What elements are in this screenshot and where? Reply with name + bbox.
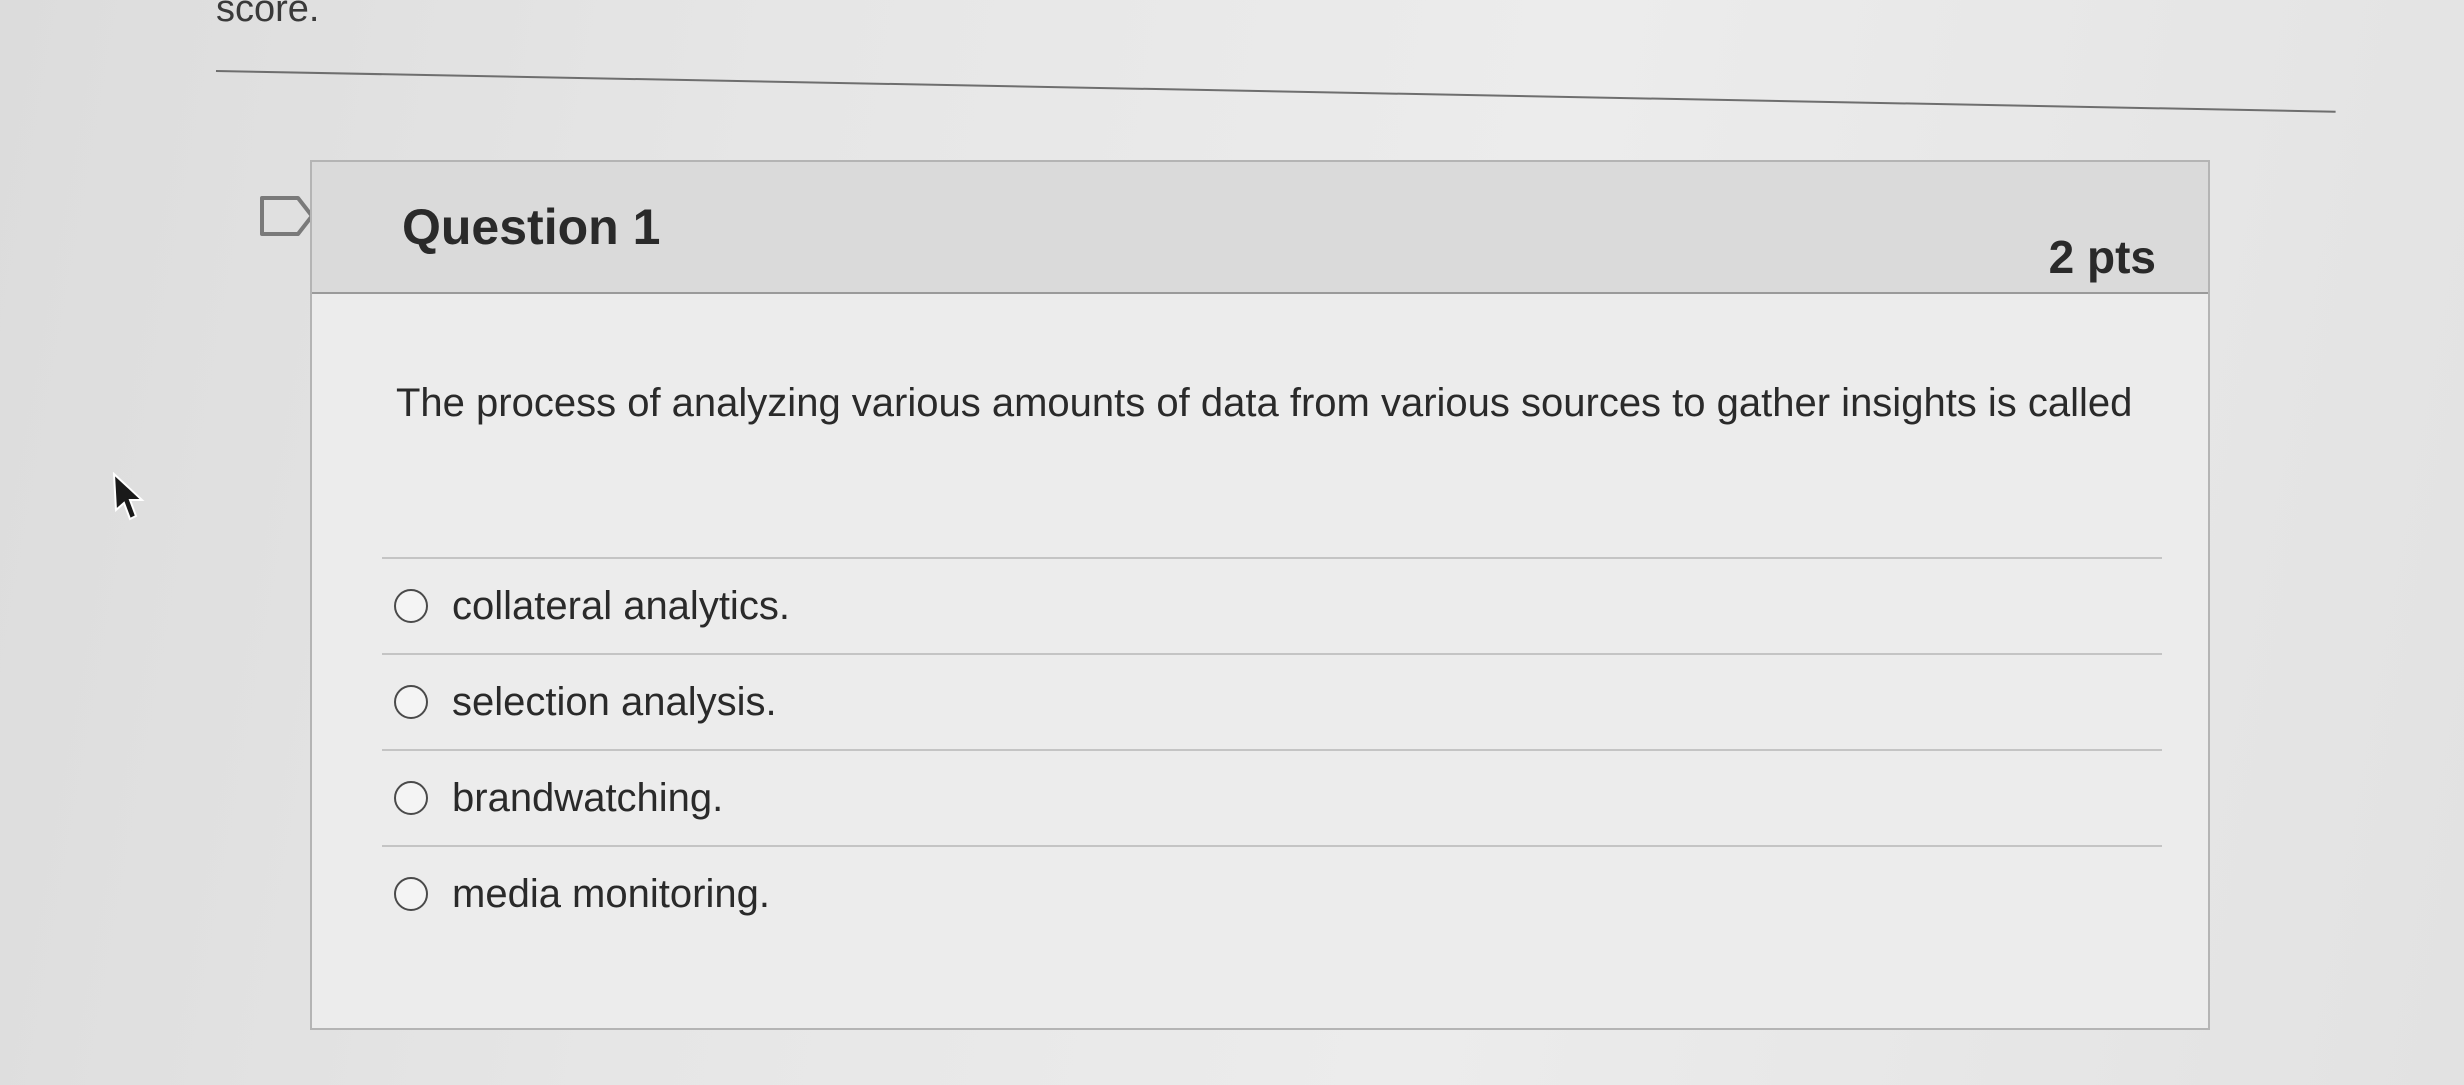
mouse-pointer-icon [112, 472, 145, 521]
instructions-trailing-text: score. [216, 0, 320, 30]
answer-label: brandwatching. [452, 775, 724, 820]
answer-option[interactable]: selection analysis. [382, 655, 2162, 749]
question-header: Question 1 2 pts [312, 162, 2208, 294]
question-title: Question 1 [402, 199, 661, 255]
answer-list: collateral analytics. selection analysis… [382, 557, 2162, 941]
radio-button[interactable] [394, 781, 428, 815]
answer-label: selection analysis. [452, 679, 777, 724]
question-card: Question 1 2 pts The process of analyzin… [310, 160, 2210, 1030]
answer-option[interactable]: media monitoring. [382, 847, 2162, 941]
answer-option[interactable]: collateral analytics. [382, 559, 2162, 653]
section-divider [215, 70, 2336, 113]
radio-button[interactable] [394, 685, 428, 719]
answer-label: collateral analytics. [452, 583, 790, 628]
answer-label: media monitoring. [452, 871, 770, 916]
radio-button[interactable] [394, 877, 428, 911]
question-text: The process of analyzing various amounts… [396, 381, 2133, 425]
answer-option[interactable]: brandwatching. [382, 751, 2162, 845]
radio-button[interactable] [394, 589, 428, 623]
flag-outline-icon[interactable] [258, 194, 318, 238]
question-points: 2 pts [2048, 231, 2156, 283]
